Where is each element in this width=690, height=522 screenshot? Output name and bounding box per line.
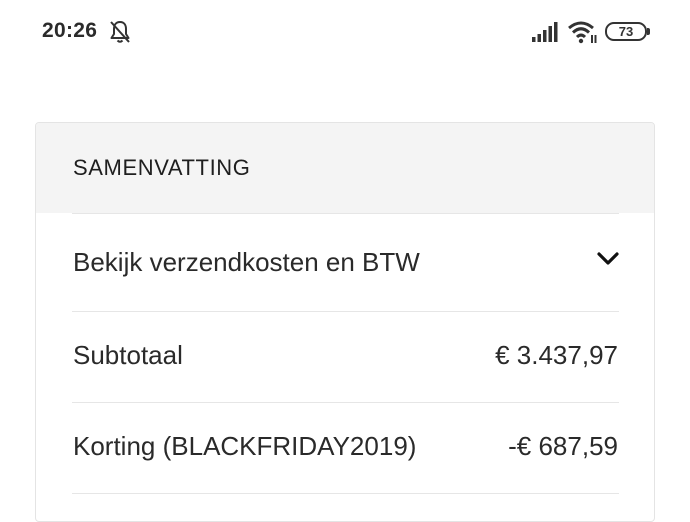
signal-icon (532, 22, 558, 42)
wifi-icon (568, 21, 597, 44)
summary-header: SAMENVATTING (36, 123, 654, 213)
divider (72, 311, 619, 312)
divider (72, 213, 619, 214)
status-time: 20:26 (42, 19, 98, 42)
shipping-vat-label: Bekijk verzendkosten en BTW (73, 247, 420, 277)
summary-card: SAMENVATTING Bekijk verzendkosten en BTW… (35, 122, 655, 522)
divider (72, 402, 619, 403)
chevron-down-icon[interactable] (596, 251, 620, 267)
battery-level: 73 (618, 24, 634, 39)
subtotal-value: € 3.437,97 (495, 340, 618, 370)
divider (72, 493, 619, 494)
status-bar: 20:26 73 (0, 0, 690, 64)
summary-title: SAMENVATTING (73, 155, 251, 180)
battery-icon: 73 (605, 22, 647, 41)
bell-off-icon (110, 21, 130, 43)
battery-nub (647, 28, 650, 35)
discount-label: Korting (BLACKFRIDAY2019) (73, 431, 417, 461)
subtotal-label: Subtotaal (73, 340, 183, 370)
discount-value: -€ 687,59 (508, 431, 618, 461)
